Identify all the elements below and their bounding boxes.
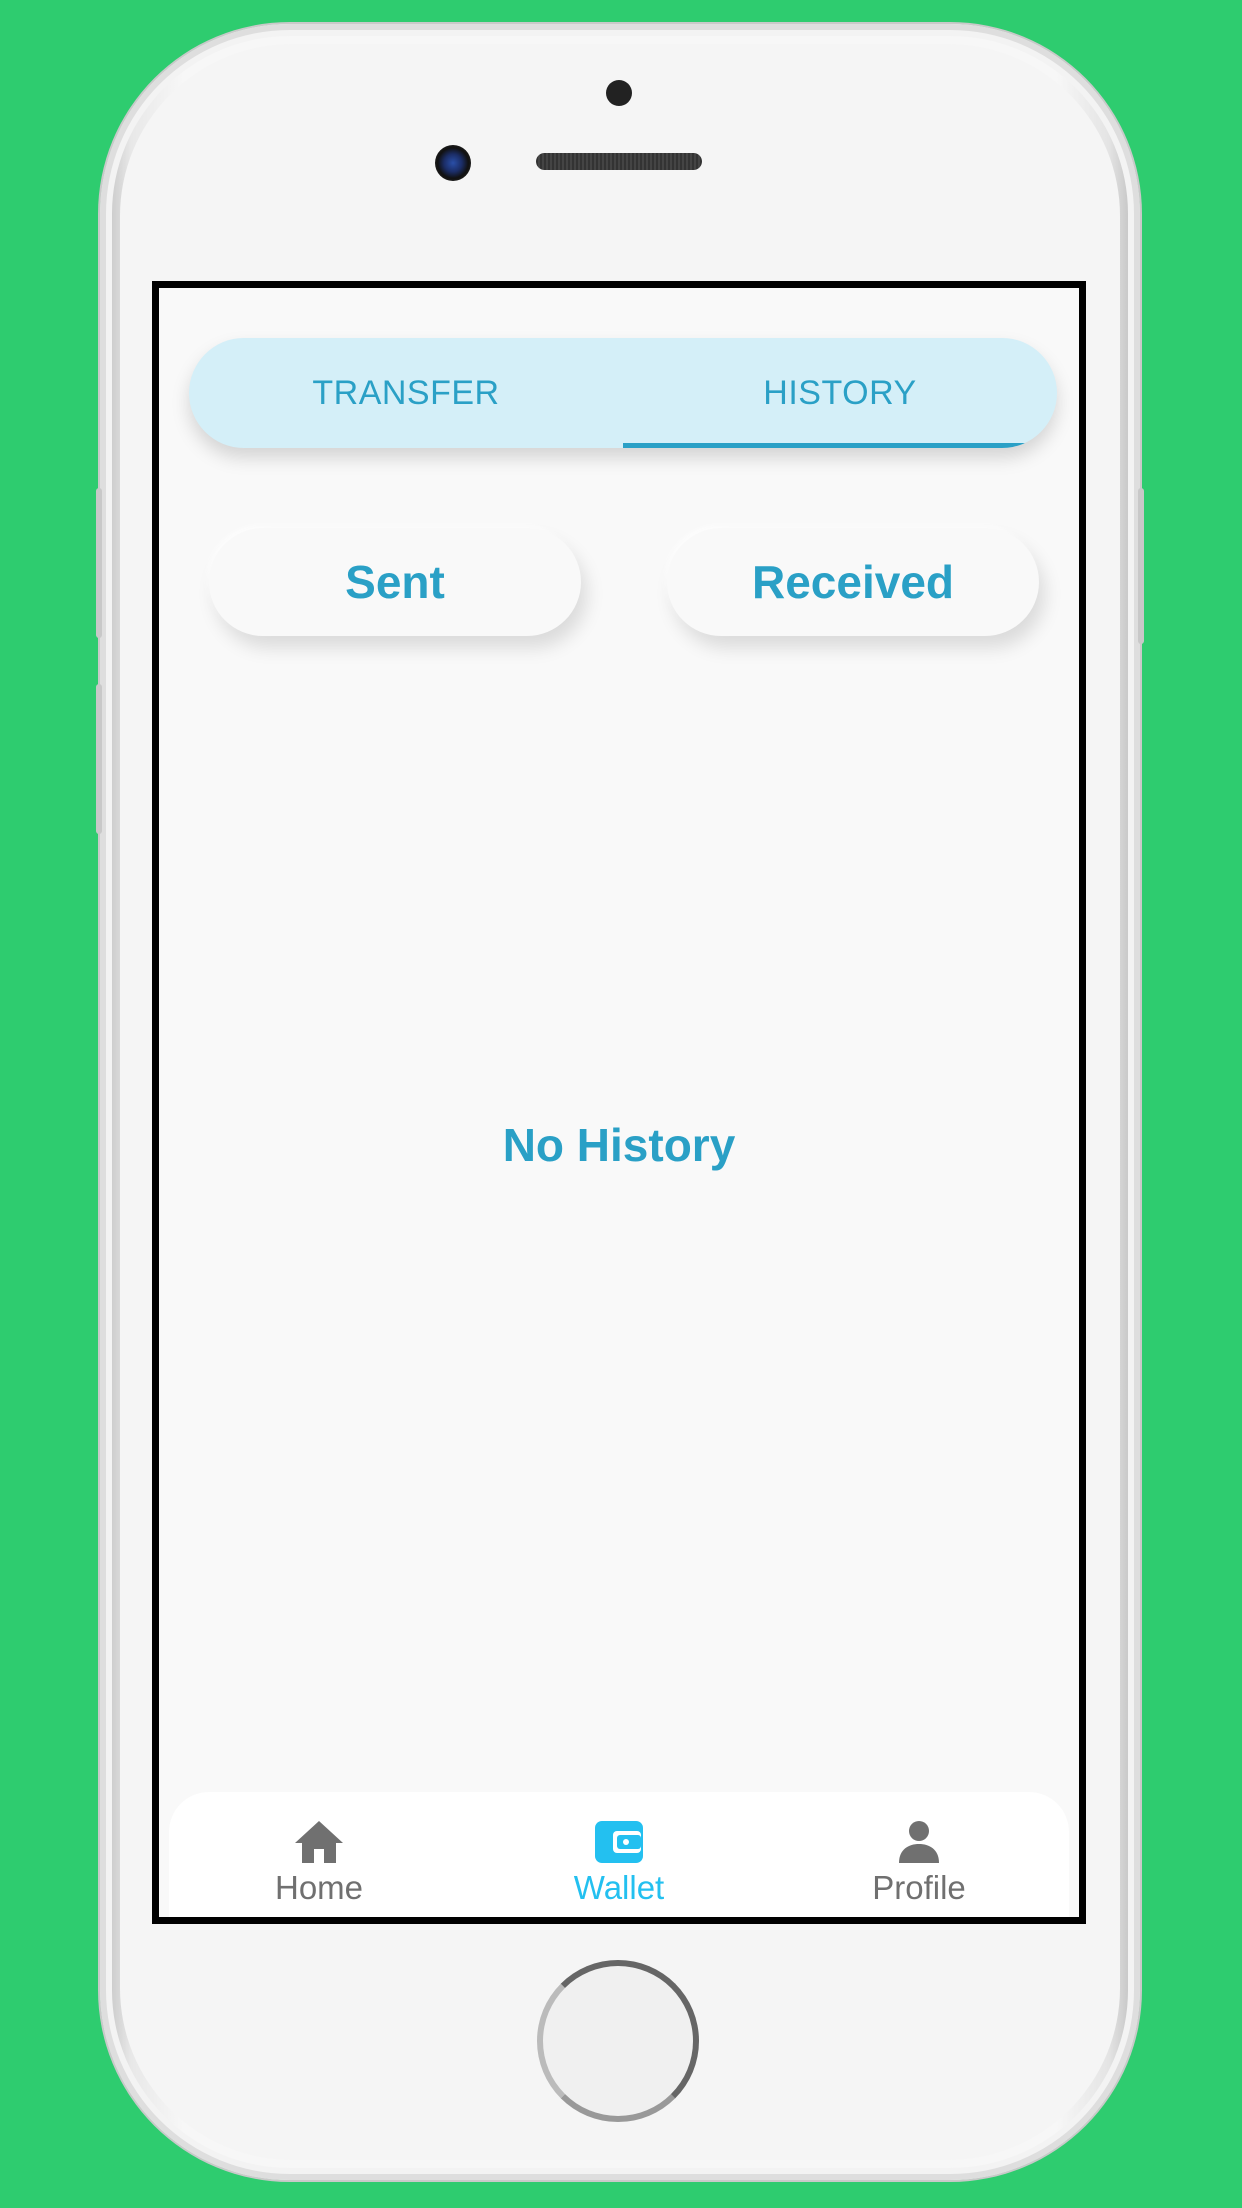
nav-label-profile: Profile: [872, 1869, 966, 1906]
proximity-sensor: [606, 80, 632, 106]
nav-label-wallet: Wallet: [573, 1869, 665, 1906]
app-screen: TRANSFER HISTORY Sent Received No Histor…: [152, 281, 1086, 1924]
person-icon: [899, 1821, 939, 1863]
nav-item-wallet[interactable]: Wallet: [509, 1819, 729, 1907]
bottom-navigation: Home Wallet Profile: [169, 1792, 1069, 1917]
sent-filter-button[interactable]: Sent: [209, 528, 581, 636]
tab-history[interactable]: HISTORY: [623, 338, 1057, 448]
history-filter-row: Sent Received: [209, 528, 1039, 638]
power-button: [1138, 488, 1144, 644]
earpiece-speaker: [536, 153, 702, 170]
tab-bar: TRANSFER HISTORY: [189, 338, 1057, 448]
nav-label-home: Home: [274, 1869, 364, 1906]
tab-transfer[interactable]: TRANSFER: [189, 338, 623, 448]
volume-down-button: [96, 684, 102, 834]
nav-item-home[interactable]: Home: [209, 1819, 429, 1907]
home-hardware-button[interactable]: [537, 1960, 699, 2122]
wallet-icon: [595, 1821, 643, 1863]
home-icon: [295, 1821, 343, 1863]
volume-up-button: [96, 488, 102, 638]
empty-history-message: No History: [502, 1119, 736, 1171]
received-filter-button[interactable]: Received: [667, 528, 1039, 636]
front-camera-icon: [435, 145, 471, 181]
nav-item-profile[interactable]: Profile: [809, 1819, 1029, 1907]
